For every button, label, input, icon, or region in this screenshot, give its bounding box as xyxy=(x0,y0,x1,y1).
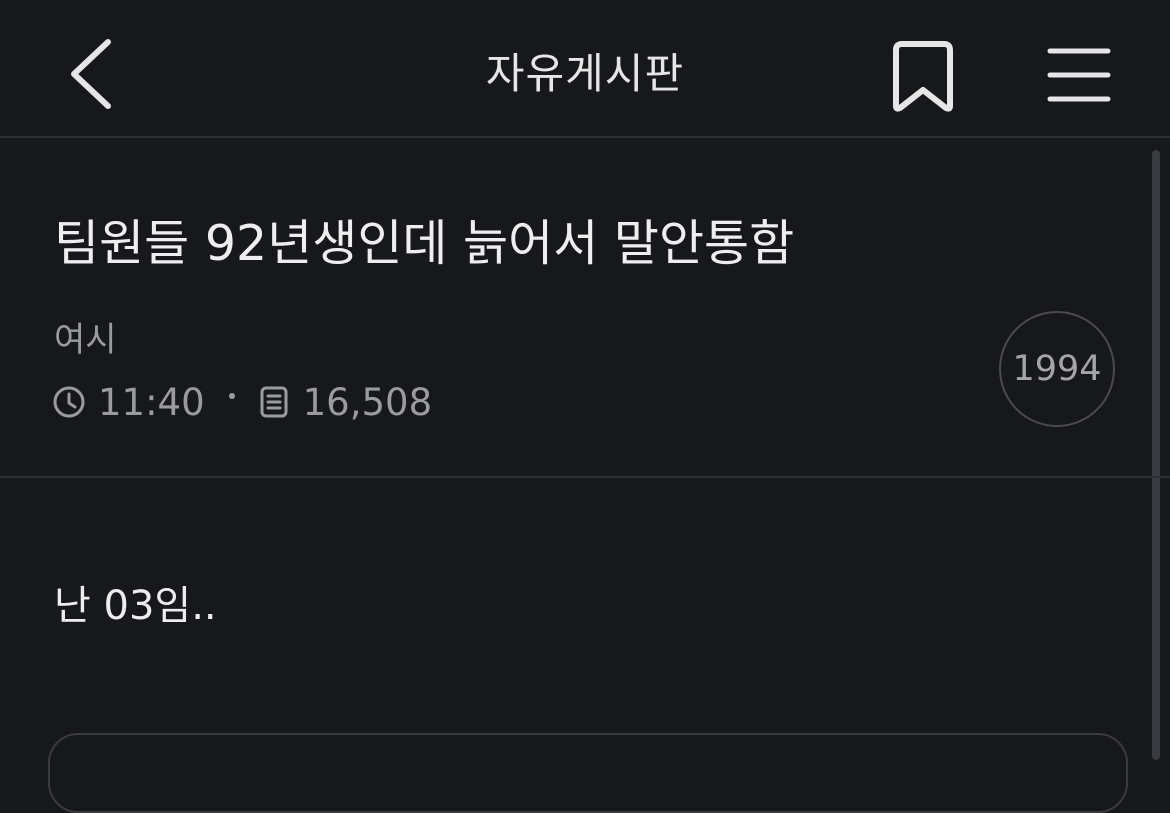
post-body: 난 03임.. xyxy=(54,583,217,629)
comment-input-box[interactable] xyxy=(48,733,1128,813)
post-time: 11:40 xyxy=(98,380,205,424)
post-title: 팀원들 92년생인데 늙어서 말안통함 xyxy=(54,215,795,272)
post-header: 팀원들 92년생인데 늙어서 말안통함 여시 11:40 16,508 1994 xyxy=(0,138,1170,478)
top-navigation-bar: 자유게시판 xyxy=(0,0,1170,138)
bookmark-icon[interactable] xyxy=(888,38,958,114)
post-meta: 11:40 16,508 xyxy=(52,378,432,426)
author-year-badge: 1994 xyxy=(999,311,1115,427)
post-author[interactable]: 여시 xyxy=(54,318,117,362)
views-document-icon xyxy=(260,386,288,418)
year-badge-label: 1994 xyxy=(1012,349,1102,389)
hamburger-menu-icon[interactable] xyxy=(1044,44,1114,106)
meta-separator-dot xyxy=(228,393,235,399)
board-title: 자유게시판 xyxy=(485,49,685,98)
clock-icon xyxy=(53,386,85,418)
post-views: 16,508 xyxy=(302,380,433,424)
